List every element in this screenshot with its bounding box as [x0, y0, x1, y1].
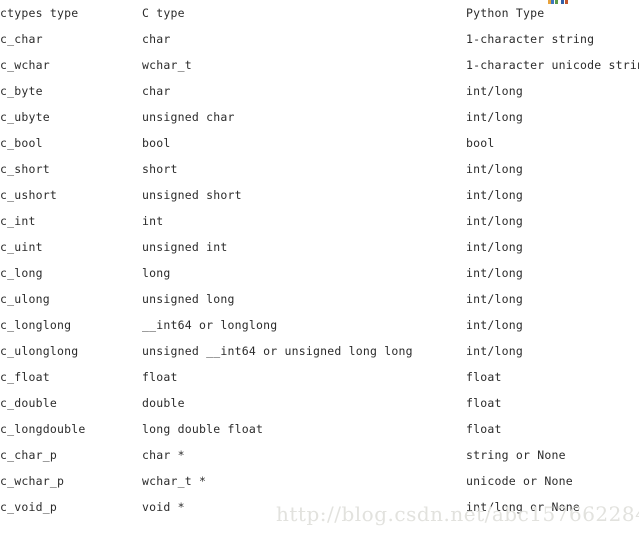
cell-python-type: bool — [466, 136, 495, 150]
cell-c-type: char — [142, 84, 171, 98]
table-row: c_ushort unsigned short int/long — [0, 182, 639, 208]
cell-python-type: int/long — [466, 84, 523, 98]
cell-c-type: wchar_t * — [142, 474, 207, 488]
table-row: c_bool bool bool — [0, 130, 639, 156]
cell-ctypes-type: c_double — [0, 396, 57, 410]
cell-c-type: wchar_t — [142, 58, 192, 72]
cell-ctypes-type: c_char_p — [0, 448, 57, 462]
cell-c-type: unsigned short — [142, 188, 242, 202]
cell-c-type: void * — [142, 500, 185, 514]
table-row: c_wchar wchar_t 1-character unicode stri… — [0, 52, 639, 78]
cell-ctypes-type: c_ubyte — [0, 110, 50, 124]
table-body: ctypes type C type Python Type c_char ch… — [0, 0, 639, 520]
cell-python-type: 1-character unicode string — [466, 58, 639, 72]
cell-c-type: float — [142, 370, 178, 384]
cell-python-type: int/long — [466, 344, 523, 358]
cell-ctypes-type: c_void_p — [0, 500, 57, 514]
cell-python-type: float — [466, 396, 502, 410]
cell-ctypes-type: c_ulong — [0, 292, 50, 306]
cell-python-type: string or None — [466, 448, 566, 462]
table-row: c_wchar_p wchar_t * unicode or None — [0, 468, 639, 494]
table-row: c_ulonglong unsigned __int64 or unsigned… — [0, 338, 639, 364]
cell-c-type: int — [142, 214, 164, 228]
cell-c-type: long — [142, 266, 171, 280]
table-row: c_byte char int/long — [0, 78, 639, 104]
cell-python-type: float — [466, 370, 502, 384]
table-row: c_float float float — [0, 364, 639, 390]
column-header-python-type: Python Type — [466, 6, 545, 20]
table-row: c_char char 1-character string — [0, 26, 639, 52]
cell-c-type: char * — [142, 448, 185, 462]
cell-c-type: double — [142, 396, 185, 410]
table-header-row: ctypes type C type Python Type — [0, 0, 639, 26]
cell-python-type: int/long — [466, 214, 523, 228]
table-row: c_ubyte unsigned char int/long — [0, 104, 639, 130]
cell-ctypes-type: c_char — [0, 32, 43, 46]
table-row: c_ulong unsigned long int/long — [0, 286, 639, 312]
cell-ctypes-type: c_longlong — [0, 318, 72, 332]
page-root: ctypes type C type Python Type c_char ch… — [0, 0, 639, 541]
cell-c-type: bool — [142, 136, 171, 150]
cell-c-type: unsigned __int64 or unsigned long long — [142, 344, 413, 358]
table-row: c_char_p char * string or None — [0, 442, 639, 468]
cell-c-type: char — [142, 32, 171, 46]
cell-ctypes-type: c_wchar — [0, 58, 50, 72]
cell-python-type: int/long — [466, 188, 523, 202]
cell-c-type: short — [142, 162, 178, 176]
cell-ctypes-type: c_byte — [0, 84, 43, 98]
table-row: c_short short int/long — [0, 156, 639, 182]
table-row: c_void_p void * int/long or None — [0, 494, 639, 520]
cell-ctypes-type: c_ushort — [0, 188, 57, 202]
cell-ctypes-type: c_wchar_p — [0, 474, 65, 488]
cell-ctypes-type: c_long — [0, 266, 43, 280]
table-row: c_longlong __int64 or longlong int/long — [0, 312, 639, 338]
table-row: c_long long int/long — [0, 260, 639, 286]
table-row: c_double double float — [0, 390, 639, 416]
cell-ctypes-type: c_uint — [0, 240, 43, 254]
cell-python-type: int/long — [466, 318, 523, 332]
cell-c-type: unsigned long — [142, 292, 235, 306]
cell-c-type: unsigned char — [142, 110, 235, 124]
cell-python-type: 1-character string — [466, 32, 595, 46]
cell-python-type: int/long or None — [466, 500, 580, 514]
cell-c-type: __int64 or longlong — [142, 318, 278, 332]
cell-python-type: int/long — [466, 110, 523, 124]
table-row: c_longdouble long double float float — [0, 416, 639, 442]
cell-c-type: unsigned int — [142, 240, 228, 254]
cell-ctypes-type: c_longdouble — [0, 422, 86, 436]
cell-ctypes-type: c_short — [0, 162, 50, 176]
table-row: c_uint unsigned int int/long — [0, 234, 639, 260]
cell-python-type: int/long — [466, 266, 523, 280]
cell-ctypes-type: c_int — [0, 214, 36, 228]
table-row: c_int int int/long — [0, 208, 639, 234]
column-header-c-type: C type — [142, 6, 185, 20]
cell-python-type: int/long — [466, 240, 523, 254]
cell-ctypes-type: c_float — [0, 370, 50, 384]
cell-ctypes-type: c_ulonglong — [0, 344, 79, 358]
cell-ctypes-type: c_bool — [0, 136, 43, 150]
cell-c-type: long double float — [142, 422, 264, 436]
cell-python-type: int/long — [466, 292, 523, 306]
cell-python-type: int/long — [466, 162, 523, 176]
cell-python-type: unicode or None — [466, 474, 573, 488]
cell-python-type: float — [466, 422, 502, 436]
ctypes-type-table: ctypes type C type Python Type c_char ch… — [0, 0, 639, 520]
column-header-ctypes-type: ctypes type — [0, 6, 79, 20]
